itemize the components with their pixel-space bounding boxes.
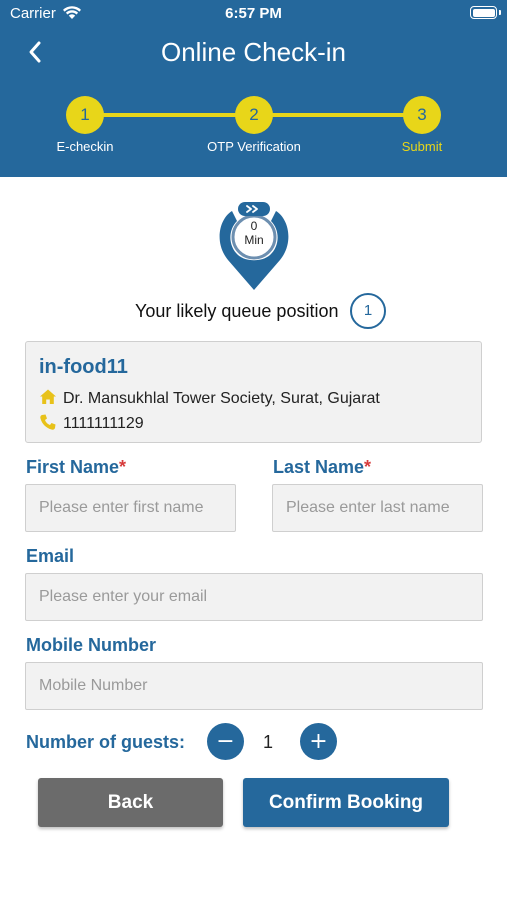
wait-time: 0 Min [233,219,275,247]
step-1-label: E-checkin [56,139,114,154]
guest-count: 1 [262,732,273,752]
wait-time-value: 0 [250,219,258,233]
step-3-label: Submit [401,139,443,154]
guests-label: Number of guests: [26,732,186,752]
battery-icon [470,6,497,19]
restaurant-name: in-food11 [39,356,128,378]
step-2-label: OTP Verification [207,139,301,154]
last-name-input[interactable] [272,484,483,532]
page-title: Online Check-in [161,37,346,67]
increase-guests-button[interactable]: + [300,723,337,760]
last-name-label: Last Name* [273,457,372,477]
restaurant-address-row: Dr. Mansukhlal Tower Society, Surat, Guj… [39,388,380,408]
restaurant-phone-row: 1111111129 [39,413,144,433]
wait-time-unit: Min [244,233,264,247]
status-time: 6:57 PM [225,5,282,22]
battery-cap [499,10,501,15]
required-mark: * [364,457,372,477]
step-2-circle: 2 [235,96,273,134]
required-mark: * [119,457,127,477]
first-name-input[interactable] [25,484,236,532]
status-bar: Carrier 6:57 PM [0,0,507,28]
mobile-number-input[interactable] [25,662,483,710]
mobile-number-label: Mobile Number [26,635,157,655]
phone-icon [40,414,56,430]
step-3-circle: 3 [403,96,441,134]
email-label: Email [26,546,75,566]
home-icon [40,389,56,404]
email-input[interactable] [25,573,483,621]
queue-position-label: Your likely queue position [135,301,339,321]
header-bar: Carrier 6:57 PM Online Check-in 1 2 3 E-… [0,0,507,177]
restaurant-phone: 1111111129 [63,415,144,432]
restaurant-address: Dr. Mansukhlal Tower Society, Surat, Guj… [63,390,380,407]
queue-position-badge: 1 [350,293,386,329]
back-button[interactable]: Back [38,778,223,827]
restaurant-card: in-food11 Dr. Mansukhlal Tower Society, … [25,341,482,443]
decrease-guests-button[interactable]: − [207,723,244,760]
queue-position-row: Your likely queue position 1 [0,292,507,330]
step-1-circle: 1 [66,96,104,134]
first-name-label: First Name* [26,457,127,477]
confirm-booking-button[interactable]: Confirm Booking [243,778,449,827]
